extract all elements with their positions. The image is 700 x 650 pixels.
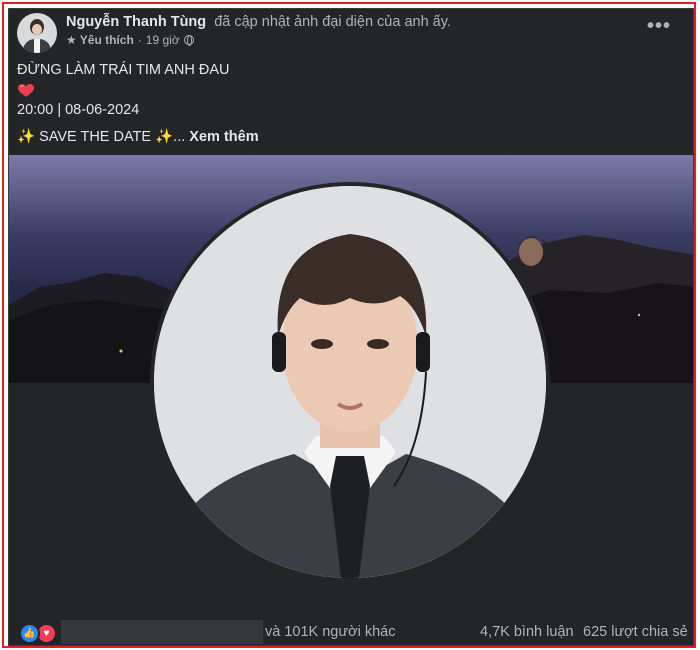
post-card: Nguyễn Thanh Tùng đã cập nhật ảnh đại di… [8,8,694,646]
more-options-icon[interactable]: ••• [645,15,673,43]
save-the-date-text: ✨ SAVE THE DATE ✨ [17,129,174,145]
like-icon[interactable]: 👍 [19,623,40,644]
globe-icon [183,35,194,46]
post-action-text: đã cập nhật ảnh đại diện của anh ấy. [214,14,451,30]
post-text-line-1: ĐỪNG LÀM TRÁI TIM ANH ĐAU [17,62,230,78]
see-more-link[interactable]: Xem thêm [189,129,258,145]
screenshot-frame: Nguyễn Thanh Tùng đã cập nhật ảnh đại di… [2,2,696,648]
separator-dot: · [137,33,142,47]
profile-photo-update[interactable] [9,155,693,617]
favorite-label[interactable]: Yêu thích [80,33,134,47]
ellipsis: ... [173,129,186,145]
post-text-line-3: ✨ SAVE THE DATE ✨... Xem thêm [17,128,259,145]
share-count[interactable]: 625 lượt chia sẻ [583,624,688,640]
post-timestamp[interactable]: 19 giờ [146,33,180,47]
author-avatar[interactable] [17,13,57,53]
post-text-line-2: 20:00 | 08-06-2024 [17,102,140,118]
comment-count[interactable]: 4,7K bình luận [480,624,574,640]
post-meta: ★ Yêu thích · 19 giờ [66,33,194,47]
redacted-reactors [61,620,263,644]
post-title-line: Nguyễn Thanh Tùng đã cập nhật ảnh đại di… [66,14,451,30]
reaction-count[interactable]: và 101K người khác [265,624,395,640]
post-header: Nguyễn Thanh Tùng đã cập nhật ảnh đại di… [9,9,693,57]
author-name-link[interactable]: Nguyễn Thanh Tùng [66,14,206,30]
heart-emoji [18,84,34,97]
profile-photo[interactable] [154,186,546,578]
star-icon: ★ [66,33,77,47]
post-footer: 👍 ♥ và 101K người khác 4,7K bình luận 62… [9,618,693,645]
portrait-illustration [154,186,546,578]
